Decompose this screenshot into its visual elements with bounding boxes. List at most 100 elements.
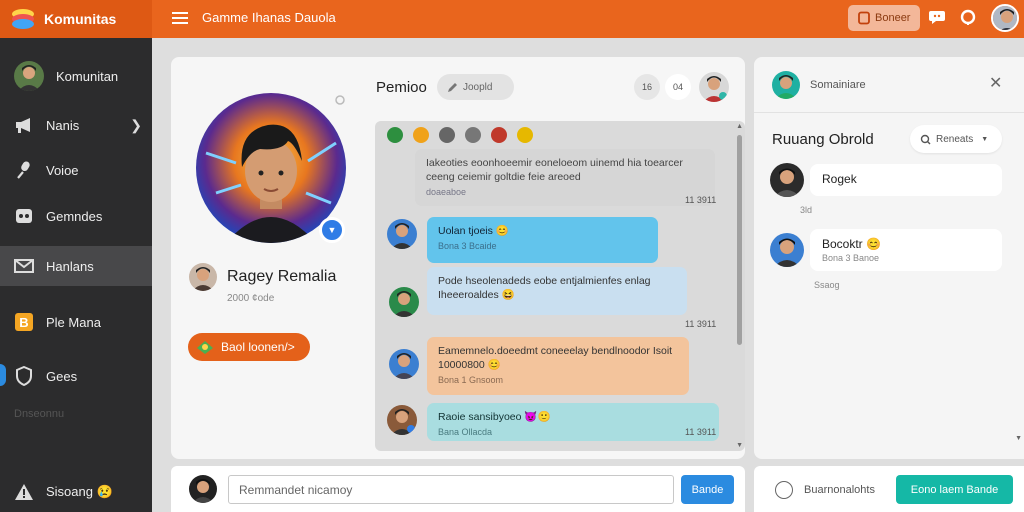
avatar [189, 475, 217, 503]
message-text: Eamemnelo.doeedmt coneeelay bendlnoodor … [438, 345, 673, 371]
reaction-icon[interactable] [439, 127, 455, 143]
room-card-sub: Bona 3 Banoe [822, 253, 880, 263]
right-panel-footer: Buarnonalohts Eono laem Bande [754, 466, 1024, 512]
sidebar-item-voice[interactable]: Voioe [0, 150, 152, 190]
room-card-text: Rogek [822, 172, 857, 186]
message-composer: Bande [171, 466, 745, 512]
chat-header-button[interactable]: 04 [665, 74, 691, 100]
brand[interactable]: Komunitas [0, 0, 152, 38]
megaphone-icon [14, 115, 34, 135]
chat-messages[interactable]: Iakeoties eoonhoeemir eoneloeom uinemd h… [375, 121, 745, 451]
chat-bubble-icon[interactable] [927, 7, 947, 27]
main-panel: ▼ Ragey Remalia 2000 ¢ode Baol loonen/> … [171, 57, 745, 459]
sidebar-item-label: Komunitan [56, 68, 119, 84]
avatar [389, 287, 419, 317]
sidebar-item-games[interactable]: Gemndes [0, 196, 152, 236]
avatar [770, 163, 804, 197]
b-badge-icon: B [14, 312, 34, 332]
sidebar-item-gees[interactable]: Gees [0, 356, 152, 396]
sidebar-item-label: Gees [46, 368, 78, 384]
scroll-down-icon[interactable]: ▼ [1015, 435, 1022, 442]
game-icon [197, 341, 213, 354]
sidebar-item-label: Gemndes [46, 208, 103, 224]
page-title: Gamme Ihanas Dauola [202, 10, 336, 25]
chat-message[interactable]: Uolan tjoeis 😊 Bona 3 Bcaide [427, 217, 658, 263]
top-bar: Komunitas Gamme Ihanas Dauola Boneer [0, 0, 1024, 38]
chat-partner-avatar[interactable] [699, 72, 729, 102]
reaction-icon[interactable] [465, 127, 481, 143]
sidebar-item-plan[interactable]: B Ple Mana [0, 302, 152, 342]
sidebar-item-news[interactable]: Nanis ❯ [0, 105, 152, 145]
sidebar-ghost-text: Dnseonnu [14, 408, 65, 420]
sidebar-item-label: Ple Mana [46, 314, 101, 330]
scrollbar-thumb[interactable] [737, 135, 742, 345]
avatar [770, 233, 804, 267]
sidebar-item-label: Sisoang 😢 [46, 484, 113, 499]
avatar [772, 71, 800, 99]
message-text: Raoie sansibyoeo 😈🙂 [438, 411, 551, 423]
system-message: Iakeoties eoonhoeemir eoneloeom uinemd h… [415, 149, 715, 206]
right-panel: Somainiare ✕ Ruuang Obrold Reneats ▼ Rog… [754, 57, 1024, 459]
bookmark-icon[interactable] [775, 481, 793, 499]
footer-text: Buarnonalohts [804, 484, 875, 496]
sidebar-item-label: Nanis [46, 117, 80, 133]
filter-dropdown[interactable]: Reneats ▼ [910, 125, 1002, 153]
chat-message[interactable]: Raoie sansibyoeo 😈🙂 Bana Ollacda [427, 403, 719, 441]
notification-icon[interactable] [958, 7, 978, 27]
mail-icon [14, 256, 34, 276]
menu-icon[interactable] [171, 10, 189, 26]
chat-header-button[interactable]: 16 [634, 74, 660, 100]
message-sub: Bona 3 Bcaide [438, 241, 497, 251]
message-sub: Bana Ollacda [438, 427, 493, 437]
room-title: Ruuang Obrold [772, 131, 874, 148]
chat-message[interactable]: Eamemnelo.doeedmt coneeelay bendlnoodor … [427, 337, 689, 395]
message-time: 11 3911 [685, 195, 717, 205]
reaction-row [387, 127, 533, 143]
room-card-meta: Ssaog [814, 280, 840, 290]
scroll-up-icon[interactable]: ▲ [736, 123, 743, 130]
room-card-text: Bocoktr 😊 [822, 237, 881, 251]
close-icon[interactable]: ✕ [989, 76, 1005, 92]
back-button-label: Baol loonen/> [221, 340, 295, 354]
settings-dot-icon[interactable] [334, 94, 346, 106]
message-text: Iakeoties eoonhoeemir eoneloeom uinemd h… [426, 157, 683, 183]
message-input[interactable] [228, 475, 674, 504]
notice-label: Boneer [875, 12, 911, 24]
send-button[interactable]: Bande [681, 475, 734, 504]
reaction-icon[interactable] [387, 127, 403, 143]
document-icon [858, 11, 870, 25]
chat-search-label: Joopld [463, 81, 493, 93]
right-panel-title: Somainiare [810, 79, 866, 91]
profile-name: Ragey Remalia [227, 268, 337, 285]
chat-message[interactable]: Pode hseolenadeds eobe entjalmienfes enl… [427, 267, 687, 315]
reaction-icon[interactable] [517, 127, 533, 143]
scroll-down-icon[interactable]: ▼ [736, 442, 743, 449]
filter-label: Reneats [936, 133, 974, 145]
sidebar-item-label: Hanlans [46, 258, 94, 274]
chevron-right-icon: ❯ [130, 116, 142, 133]
room-card[interactable]: Bocoktr 😊 Bona 3 Banoe [810, 229, 1002, 271]
message-text: Uolan tjoeis 😊 [438, 225, 509, 237]
gamepad-icon [14, 206, 34, 226]
sidebar-item-messages[interactable]: Hanlans [0, 246, 152, 286]
avatar [389, 349, 419, 379]
footer-action-button[interactable]: Eono laem Bande [896, 475, 1013, 504]
sidebar-item-community[interactable]: Komunitan [0, 56, 152, 96]
user-avatar[interactable] [991, 4, 1019, 32]
microphone-icon [14, 160, 34, 180]
pencil-icon [448, 82, 457, 92]
message-time: 11 3911 [685, 427, 717, 437]
brand-name: Komunitas [44, 11, 117, 27]
profile-name-row: Ragey Remalia [189, 263, 336, 291]
chat-search-button[interactable]: Joopld [437, 74, 514, 100]
room-card[interactable]: Rogek [810, 164, 1002, 196]
sidebar-item-warning[interactable]: Sisoang 😢 [0, 472, 152, 512]
chevron-down-icon: ▼ [981, 135, 989, 143]
notice-button[interactable]: Boneer [848, 5, 920, 31]
back-button[interactable]: Baol loonen/> [188, 333, 310, 361]
warning-icon [14, 482, 34, 502]
active-indicator [0, 364, 6, 386]
sidebar-item-label: Voioe [46, 162, 79, 178]
reaction-icon[interactable] [491, 127, 507, 143]
reaction-icon[interactable] [413, 127, 429, 143]
